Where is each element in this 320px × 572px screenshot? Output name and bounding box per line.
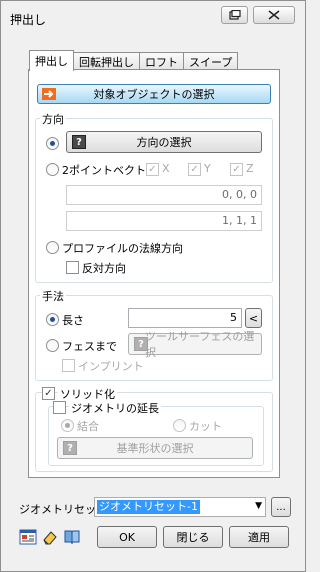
window-title: 押出し xyxy=(10,13,47,27)
tool-surface-button[interactable]: ? ツールサーフェスの選択 xyxy=(128,330,262,359)
method-group-label: 手法 xyxy=(40,288,66,304)
close-button[interactable] xyxy=(253,6,295,24)
direction-group: 方向 ? 方向の選択 2ポイントベクトル ✓ X ✓ Y ✓ Z 0, 0, 0… xyxy=(35,111,273,283)
extrude-tab-panel: 対象オブジェクトの選択 方向 ? 方向の選択 2ポイントベクトル ✓ X ✓ Y… xyxy=(28,69,280,478)
length-radio[interactable] xyxy=(46,313,59,326)
extrude-dialog: 押出し 押出し 回転押出し ロフト スイープ 対象オブジェクトの選択 方向 ? xyxy=(0,0,306,572)
length-spin-button[interactable]: < xyxy=(245,308,262,328)
imprint-label: インプリント xyxy=(78,360,144,373)
reverse-checkbox[interactable] xyxy=(66,261,79,274)
z-label: Z xyxy=(246,162,254,175)
tab-loft[interactable]: ロフト xyxy=(139,52,184,70)
x-checkbox[interactable]: ✓ xyxy=(146,163,159,176)
reverse-label: 反対方向 xyxy=(82,262,126,275)
method-group: 手法 長さ 5 < フェスまで ? ツールサーフェスの選択 インプリント xyxy=(35,288,273,381)
title-bar: 押出し xyxy=(1,1,305,37)
close-icon xyxy=(268,10,280,20)
help-icon: ? xyxy=(134,337,148,351)
tab-revolve[interactable]: 回転押出し xyxy=(73,52,140,70)
point1-input[interactable]: 0, 0, 0 xyxy=(66,185,262,205)
point2-input[interactable]: 1, 1, 1 xyxy=(66,211,262,231)
to-face-radio[interactable] xyxy=(46,339,59,352)
help-book-icon[interactable] xyxy=(63,528,81,546)
help-icon: ? xyxy=(63,441,77,455)
select-direction-label: 方向の選択 xyxy=(136,136,192,149)
base-shape-label: 基準形状の選択 xyxy=(116,442,194,455)
select-object-button[interactable]: 対象オブジェクトの選択 xyxy=(37,84,271,104)
two-point-radio[interactable] xyxy=(46,163,59,176)
y-label: Y xyxy=(204,162,211,175)
x-label: X xyxy=(162,162,170,175)
solidify-group: ✓ ソリッド化 ジオメトリの延長 結合 カット ? 基準形状の選択 xyxy=(35,386,273,472)
chevron-down-icon: ▼ xyxy=(255,501,262,511)
properties-icon[interactable] xyxy=(19,528,37,546)
profile-normal-label: プロファイルの法線方向 xyxy=(62,242,183,255)
tool-surface-label: ツールサーフェスの選択 xyxy=(145,330,255,359)
ok-button[interactable]: OK xyxy=(97,526,157,548)
extend-geometry-group: ジオメトリの延長 結合 カット ? 基準形状の選択 xyxy=(48,400,264,466)
geometry-set-combobox[interactable]: ジオメトリセット-1 ▼ xyxy=(94,497,266,517)
select-direction-button[interactable]: ? 方向の選択 xyxy=(66,131,262,153)
tab-sweep[interactable]: スイープ xyxy=(183,52,239,70)
close-dialog-button[interactable]: 閉じる xyxy=(163,526,223,548)
two-point-label: 2ポイントベクトル xyxy=(62,164,157,177)
geometry-set-browse-button[interactable]: ... xyxy=(271,497,291,517)
extend-geometry-label: ジオメトリの延長 xyxy=(69,400,161,416)
length-input[interactable]: 5 xyxy=(128,308,242,328)
help-icon: ? xyxy=(72,135,86,149)
join-label: 結合 xyxy=(77,420,99,433)
direction-select-radio[interactable] xyxy=(46,137,59,150)
profile-normal-radio[interactable] xyxy=(46,241,59,254)
base-shape-button[interactable]: ? 基準形状の選択 xyxy=(57,437,253,459)
length-label: 長さ xyxy=(62,314,84,327)
cut-radio[interactable] xyxy=(173,419,186,432)
join-radio[interactable] xyxy=(61,419,74,432)
solidify-checkbox[interactable]: ✓ xyxy=(42,387,55,400)
arrow-right-icon xyxy=(42,88,56,100)
select-object-label: 対象オブジェクトの選択 xyxy=(93,88,215,101)
apply-button[interactable]: 適用 xyxy=(229,526,289,548)
geometry-set-selected: ジオメトリセット-1 xyxy=(97,500,200,514)
extend-geometry-checkbox[interactable] xyxy=(53,401,66,414)
tab-extrude[interactable]: 押出し xyxy=(29,50,74,71)
z-checkbox[interactable]: ✓ xyxy=(230,163,243,176)
restore-button[interactable] xyxy=(221,6,248,24)
to-face-label: フェスまで xyxy=(62,340,117,353)
eraser-icon[interactable] xyxy=(41,528,59,546)
direction-group-label: 方向 xyxy=(40,111,66,127)
imprint-checkbox[interactable] xyxy=(62,359,75,372)
cut-label: カット xyxy=(189,420,222,433)
restore-icon xyxy=(228,10,241,20)
tab-strip: 押出し 回転押出し ロフト スイープ xyxy=(29,50,239,71)
y-checkbox[interactable]: ✓ xyxy=(188,163,201,176)
